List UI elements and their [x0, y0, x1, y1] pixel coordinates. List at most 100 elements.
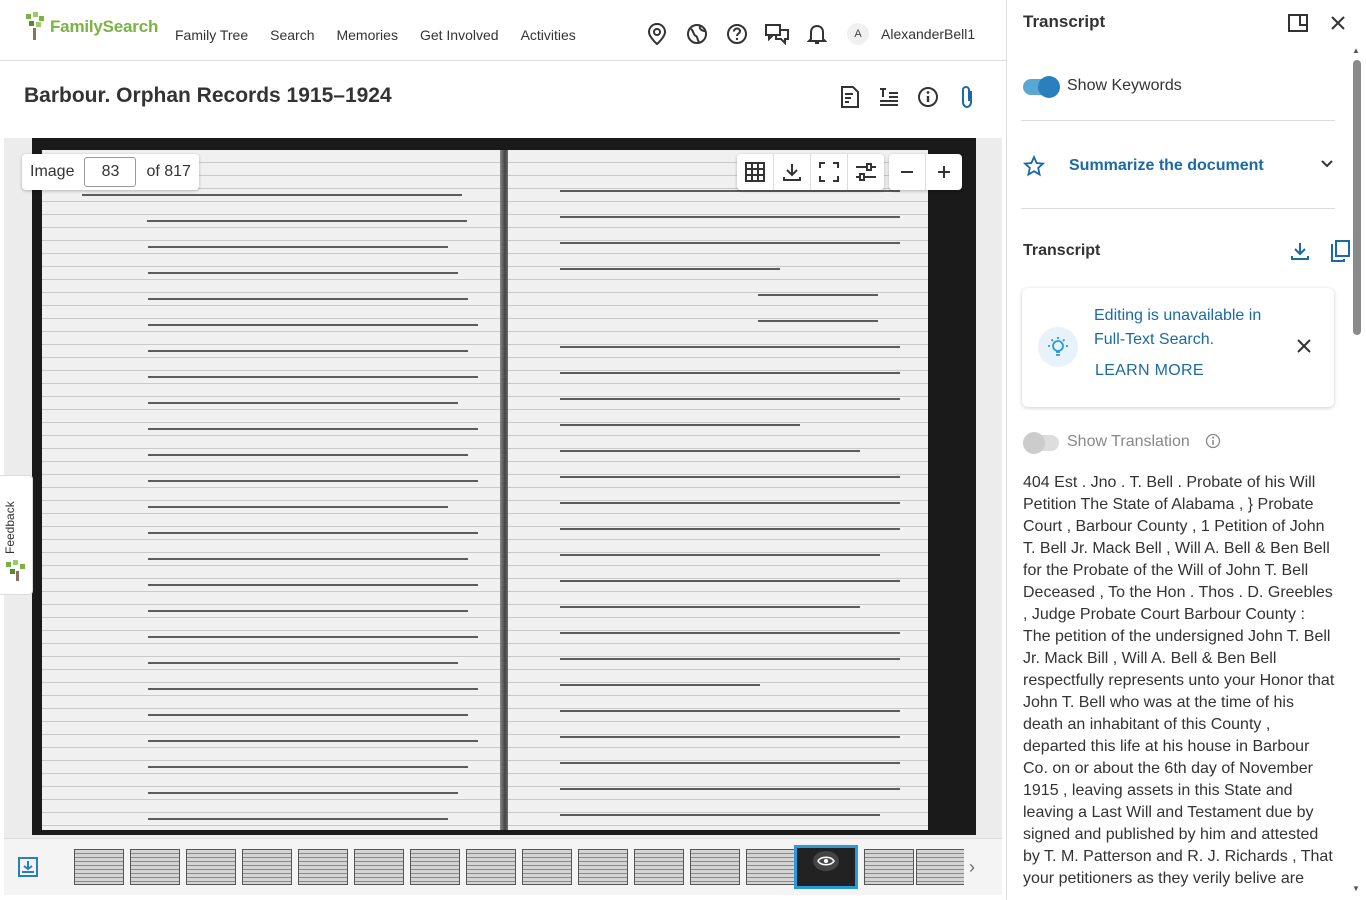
image-number-input[interactable] [84, 157, 137, 187]
logo-text: FamilySearch [50, 17, 159, 36]
thumbnail[interactable] [354, 849, 404, 885]
sliders-icon [856, 163, 876, 181]
thumbnail[interactable] [298, 849, 348, 885]
image-label: Image [30, 163, 75, 180]
thumbnail[interactable] [746, 849, 796, 885]
page-title: Barbour. Orphan Records 1915–1924 [24, 84, 392, 107]
bell-icon[interactable] [805, 22, 829, 46]
nav-family-tree[interactable]: Family Tree [175, 27, 248, 43]
tree-logo-icon [26, 12, 44, 40]
image-total: of 817 [146, 163, 191, 180]
close-notice-icon[interactable] [1296, 338, 1312, 359]
image-counter: Image of 817 [22, 154, 199, 190]
transcript-heading: Transcript [1023, 242, 1101, 259]
filmstrip-next-button[interactable]: › [969, 857, 975, 878]
panel-title: Transcript [1023, 12, 1106, 31]
grid-view-button[interactable] [737, 154, 774, 190]
eye-icon [813, 851, 839, 871]
nav-get-involved[interactable]: Get Involved [420, 27, 499, 43]
thumbnail-strip [74, 845, 964, 889]
show-translation-toggle[interactable] [1023, 432, 1059, 454]
info-icon[interactable] [1205, 433, 1221, 449]
divider [1021, 208, 1335, 209]
thumbnail[interactable] [410, 849, 460, 885]
record-tools [838, 85, 994, 109]
viewer-tools-group [737, 154, 884, 190]
close-panel-icon[interactable] [1327, 12, 1349, 34]
notice-text: Editing is unavailable in Full-Text Sear… [1094, 307, 1262, 348]
zoom-group [889, 154, 962, 190]
nav-search[interactable]: Search [270, 27, 314, 43]
star-icon [1023, 155, 1045, 177]
main-nav: Family Tree Search Memories Get Involved… [164, 27, 587, 43]
adjust-image-button[interactable] [848, 154, 884, 190]
zoom-out-button[interactable] [889, 154, 926, 190]
feedback-label: Feedback [3, 501, 17, 554]
info-icon[interactable] [916, 85, 940, 109]
globe-icon[interactable] [685, 22, 709, 46]
summarize-label: Summarize the document [1069, 157, 1264, 174]
location-pin-icon[interactable] [645, 22, 669, 46]
right-page [508, 150, 928, 830]
transcript-text: 404 Est . Jno . T. Bell . Probate of his… [1023, 474, 1335, 887]
record-image[interactable] [32, 138, 976, 835]
divider [1021, 120, 1335, 121]
minus-icon [901, 171, 913, 173]
filmstrip-toggle-button[interactable] [18, 857, 38, 882]
username[interactable]: AlexanderBell1 [881, 26, 975, 42]
thumbnail[interactable] [522, 849, 572, 885]
top-header: FamilySearch Family Tree Search Memories… [0, 0, 1006, 61]
scrollbar-thumb[interactable] [1353, 60, 1361, 335]
chevron-down-icon [1321, 160, 1333, 168]
nav-activities[interactable]: Activities [521, 27, 576, 43]
help-icon[interactable] [725, 22, 749, 46]
show-keywords-label: Show Keywords [1067, 77, 1182, 94]
avatar[interactable]: A [847, 23, 869, 45]
zoom-in-button[interactable] [926, 154, 962, 190]
panel-header-icons [1287, 12, 1366, 34]
download-tray-icon [18, 857, 38, 877]
fullscreen-icon [819, 162, 839, 182]
download-icon [783, 164, 801, 181]
scroll-down-arrow[interactable]: ▼ [1352, 884, 1360, 893]
download-transcript-icon[interactable] [1289, 240, 1311, 262]
text-lines-icon[interactable] [877, 85, 901, 109]
thumbnail[interactable] [864, 849, 914, 885]
thumbnail[interactable] [130, 849, 180, 885]
plus-icon [938, 166, 950, 178]
thumbnail[interactable] [466, 849, 516, 885]
thumbnail[interactable] [634, 849, 684, 885]
lightbulb-icon [1038, 327, 1078, 367]
familysearch-logo[interactable]: FamilySearch [24, 12, 158, 42]
dock-panel-icon[interactable] [1287, 12, 1309, 34]
download-image-button[interactable] [774, 154, 811, 190]
transcript-actions [1271, 240, 1351, 262]
viewer-toolbar [737, 154, 967, 190]
image-viewer[interactable] [4, 138, 1002, 838]
left-page [42, 150, 502, 830]
show-keywords-toggle[interactable] [1023, 76, 1060, 98]
thumbnail[interactable] [74, 849, 124, 885]
thumbnail[interactable] [186, 849, 236, 885]
editing-notice: Editing is unavailable in Full-Text Sear… [1022, 288, 1334, 407]
document-info-icon[interactable] [838, 85, 862, 109]
grid-icon [745, 162, 765, 182]
learn-more-link[interactable]: LEARN MORE [1095, 362, 1204, 380]
feedback-tab[interactable]: Feedback [0, 475, 33, 595]
summarize-document-button[interactable]: Summarize the document [1023, 150, 1335, 182]
thumbnail[interactable] [916, 849, 964, 885]
thumbnail-selected[interactable] [794, 845, 858, 889]
thumbnail[interactable] [690, 849, 740, 885]
filmstrip: ‹ › [4, 838, 1002, 895]
scroll-up-arrow[interactable]: ▲ [1352, 46, 1360, 55]
copy-icon[interactable] [1329, 240, 1351, 262]
transcript-panel: Transcript Show Keywords Summarize the d… [1007, 0, 1366, 900]
fullscreen-button[interactable] [811, 154, 848, 190]
messages-icon[interactable] [765, 22, 789, 46]
attachment-icon[interactable] [955, 85, 979, 109]
show-translation-label: Show Translation [1067, 433, 1190, 450]
tree-logo-icon [6, 560, 25, 581]
nav-memories[interactable]: Memories [336, 27, 397, 43]
thumbnail[interactable] [242, 849, 292, 885]
thumbnail[interactable] [578, 849, 628, 885]
